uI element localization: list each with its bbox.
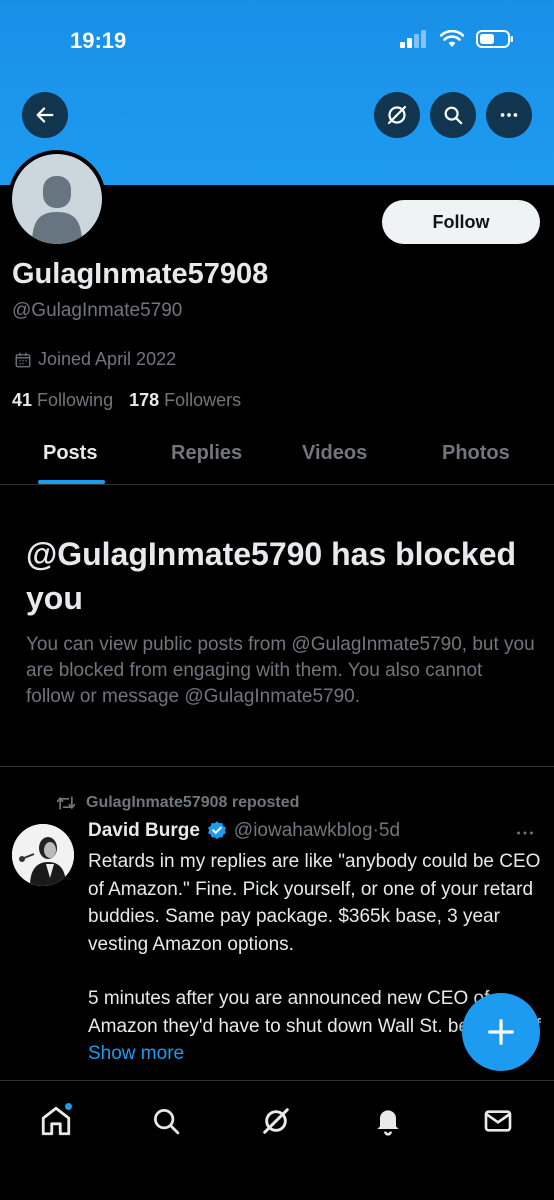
- nav-notifications[interactable]: [368, 1101, 408, 1141]
- post-timestamp[interactable]: 5d: [379, 820, 400, 842]
- cellular-signal-icon: [400, 30, 426, 48]
- mail-icon: [484, 1110, 512, 1132]
- followers-count: 178: [129, 390, 160, 410]
- post-header: David Burge @iowahawkblog · 5d: [88, 820, 400, 842]
- profile-avatar[interactable]: [8, 150, 106, 248]
- profile-handle: @GulagInmate5790: [12, 300, 183, 321]
- joined-date: Joined April 2022: [14, 349, 176, 370]
- bottom-navigation: [0, 1080, 554, 1200]
- more-horizontal-icon: [517, 831, 533, 835]
- compose-button[interactable]: [462, 993, 540, 1071]
- unread-dot: [65, 1103, 72, 1110]
- nav-search[interactable]: [146, 1101, 186, 1141]
- more-horizontal-icon: [500, 113, 518, 117]
- default-avatar-icon: [32, 176, 82, 244]
- tab-videos[interactable]: Videos: [302, 442, 367, 465]
- following-count: 41: [12, 390, 33, 410]
- author-photo-icon: [12, 824, 74, 886]
- verified-badge-icon: [208, 821, 226, 840]
- section-divider: [0, 766, 554, 767]
- following-link[interactable]: 41 Following: [12, 390, 113, 411]
- show-more-link[interactable]: Show more: [88, 1043, 184, 1064]
- calendar-icon: [15, 352, 31, 367]
- profile-display-name: GulagInmate57908: [12, 258, 269, 290]
- post-paragraph-1: Retards in my replies are like "anybody …: [88, 851, 541, 955]
- tab-photos[interactable]: Photos: [442, 442, 510, 465]
- tab-posts[interactable]: Posts: [43, 442, 97, 465]
- post-author-handle[interactable]: @iowahawkblog: [234, 820, 373, 842]
- blocked-title: @GulagInmate5790 has blocked you: [26, 536, 517, 616]
- search-button[interactable]: [430, 92, 476, 138]
- search-icon: [444, 106, 463, 125]
- notifications-bell-icon: [377, 1110, 399, 1136]
- profile-tabs: Posts Replies Videos Photos: [0, 430, 554, 485]
- post-author-avatar[interactable]: [12, 824, 74, 886]
- blocked-description: You can view public posts from @GulagInm…: [26, 634, 535, 707]
- grok-toggle-button[interactable]: [374, 92, 420, 138]
- post-more-button[interactable]: [514, 822, 536, 850]
- battery-icon: [476, 30, 513, 48]
- search-icon: [154, 1109, 180, 1135]
- status-icons: [400, 30, 514, 48]
- post-author-name[interactable]: David Burge: [88, 820, 200, 842]
- status-time: 19:19: [70, 28, 127, 53]
- followers-label: Followers: [164, 390, 242, 410]
- more-button[interactable]: [486, 92, 532, 138]
- nav-messages[interactable]: [478, 1101, 518, 1141]
- followers-link[interactable]: 178 Followers: [129, 390, 241, 411]
- joined-text: Joined April 2022: [38, 349, 177, 369]
- back-button[interactable]: [22, 92, 68, 138]
- plus-icon: [488, 1019, 514, 1045]
- nav-home[interactable]: [36, 1101, 76, 1141]
- following-label: Following: [37, 390, 114, 410]
- status-bar: 19:19: [0, 0, 554, 80]
- grok-icon: [263, 1108, 289, 1134]
- repost-label[interactable]: GulagInmate57908 reposted: [86, 794, 299, 812]
- repost-indicator: GulagInmate57908 reposted: [56, 794, 299, 812]
- tab-replies[interactable]: Replies: [171, 442, 242, 465]
- follow-button[interactable]: Follow: [382, 200, 540, 244]
- no-grok-icon: [387, 105, 407, 125]
- repost-icon: [56, 796, 76, 810]
- active-tab-indicator: [38, 480, 105, 484]
- wifi-icon: [440, 30, 464, 47]
- nav-grok[interactable]: [256, 1101, 296, 1141]
- follow-counts: 41 Following 178 Followers: [12, 390, 241, 411]
- arrow-left-icon: [36, 107, 54, 123]
